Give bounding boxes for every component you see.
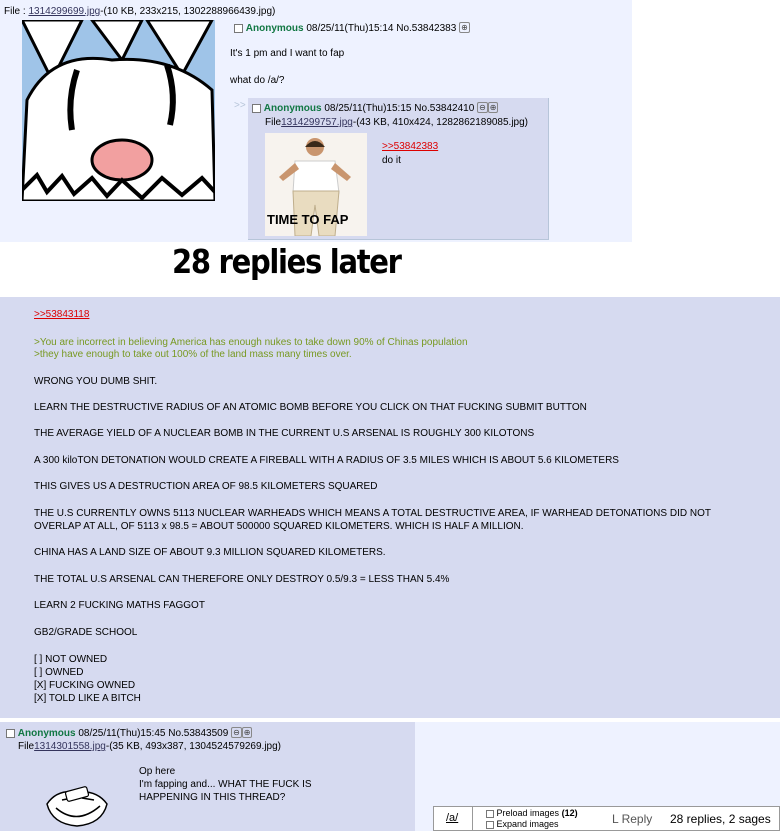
reply-corner-icon: L [612, 812, 619, 826]
last-post-number[interactable]: No.53843509 [168, 728, 228, 739]
op-post-header: Anonymous 08/25/11(Thu)15:14 No.53842383… [234, 22, 470, 34]
thread-stats: 28 replies, 2 sages [670, 812, 771, 826]
body-line: LEARN 2 FUCKING MATHS FAGGOT [34, 600, 205, 611]
checklist-line: [X] FUCKING OWNED [34, 680, 136, 691]
body-line: THIS GIVES US A DESTRUCTION AREA OF 98.5… [34, 481, 378, 492]
preload-images-option[interactable]: Preload images (12) [486, 808, 578, 818]
body-line: WRONG YOU DUMB SHIT. [34, 376, 158, 387]
big-reply-quote-link[interactable]: >>53843118 [34, 309, 89, 320]
last-post-author-name: Anonymous [17, 728, 76, 739]
greentext-line-1: >You are incorrect in believing America … [34, 337, 468, 348]
board-link-cell: /a/ [434, 807, 473, 830]
checklist-line: [ ] OWNED [34, 667, 84, 678]
op-file-info: File : 1314299699.jpg-(10 KB, 233x215, 1… [4, 6, 275, 17]
op-file-meta: -(10 KB, 233x215, 1302288966439.jpg) [100, 6, 276, 17]
last-post-datetime: 08/25/11(Thu)15:45 [78, 728, 166, 739]
reply1-datetime: 08/25/11(Thu)15:15 [324, 103, 412, 114]
last-post-line-1: Op here [139, 766, 176, 777]
op-text-line-2: what do /a/? [230, 75, 285, 86]
expand-images-checkbox[interactable] [486, 820, 494, 829]
expand-images-label: Expand images [496, 819, 559, 829]
expand-images-option[interactable]: Expand images [486, 819, 559, 829]
last-post-line-3: HAPPENING IN THIS THREAD? [139, 792, 286, 803]
op-datetime: 08/25/11(Thu)15:14 [306, 23, 394, 34]
reply1-post-number[interactable]: No.53842410 [414, 103, 474, 114]
body-line: LEARN THE DESTRUCTIVE RADIUS OF AN ATOMI… [34, 402, 587, 413]
body-line: THE AVERAGE YIELD OF A NUCLEAR BOMB IN T… [34, 428, 535, 439]
last-post-minus-icon[interactable]: ⊖ [231, 727, 242, 738]
reply-link[interactable]: L Reply [612, 812, 652, 826]
op-file-link[interactable]: 1314299699.jpg [28, 6, 100, 17]
body-line: THE U.S CURRENTLY OWNS 5113 NUCLEAR WARH… [34, 508, 711, 519]
body-line: THE TOTAL U.S ARSENAL CAN THEREFORE ONLY… [34, 574, 450, 585]
checklist-line: [X] TOLD LIKE A BITCH [34, 693, 141, 704]
replies-later-banner: 28 replies later [172, 242, 402, 281]
op-text-line-1: It's 1 pm and I want to fap [230, 48, 345, 59]
last-post-header: Anonymous 08/25/11(Thu)15:45 No.53843509… [6, 727, 253, 739]
reply1-text: do it [382, 155, 401, 166]
greentext-line-2: >they have enough to take out 100% of th… [34, 349, 352, 360]
last-post-file-link[interactable]: 1314301558.jpg [34, 741, 106, 752]
trollface-thumbnail[interactable] [42, 784, 112, 829]
op-author-name: Anonymous [245, 23, 304, 34]
thread-navbar: /a/ Preload images (12) Expand images L … [433, 806, 780, 831]
reply-label: Reply [621, 812, 653, 826]
last-post-select-checkbox[interactable] [6, 728, 15, 738]
last-post-line-2: I'm fapping and... WHAT THE FUCK IS [139, 779, 312, 790]
preload-images-count: (12) [561, 808, 578, 818]
op-post-number[interactable]: No.53842383 [396, 23, 456, 34]
long-reply-post: >>53843118 >You are incorrect in believi… [0, 297, 780, 718]
body-line: A 300 kiloTON DETONATION WOULD CREATE A … [34, 455, 619, 466]
op-expand-icon[interactable]: ⊕ [459, 22, 470, 33]
last-post-file-meta: -(35 KB, 493x387, 1304524579269.jpg) [105, 741, 282, 752]
reply1-quote-link[interactable]: >>53842383 [382, 141, 438, 152]
file-label: File : [4, 6, 26, 17]
body-line: CHINA HAS A LAND SIZE OF ABOUT 9.3 MILLI… [34, 547, 386, 558]
last-post-file-label: File [18, 741, 35, 752]
board-link[interactable]: /a/ [446, 812, 458, 824]
last-post-file-info: File1314301558.jpg-(35 KB, 493x387, 1304… [18, 741, 281, 752]
reply1-file-label: File [265, 117, 282, 128]
last-post-expand-icon[interactable]: ⊕ [241, 727, 253, 738]
reply1-minus-icon[interactable]: ⊖ [477, 102, 488, 113]
reply-arrows: >> [234, 100, 246, 111]
body-line: OVERLAP AT ALL, OF 5113 x 98.5 = ABOUT 5… [34, 521, 524, 532]
reply1-header: Anonymous 08/25/11(Thu)15:15 No.53842410… [252, 102, 499, 114]
preload-images-checkbox[interactable] [486, 809, 494, 818]
op-select-checkbox[interactable] [234, 23, 243, 33]
checklist-line: [ ] NOT OWNED [34, 654, 108, 665]
op-thumbnail-image[interactable] [19, 18, 217, 203]
reply1-author-name: Anonymous [263, 103, 322, 114]
time-to-fap-caption: TIME TO FAP [267, 212, 349, 227]
reply1-file-link[interactable]: 1314299757.jpg [281, 117, 353, 128]
reply1-expand-icon[interactable]: ⊕ [487, 102, 499, 113]
body-line: GB2/GRADE SCHOOL [34, 627, 138, 638]
reply1-select-checkbox[interactable] [252, 103, 261, 113]
reply1-file-info: File1314299757.jpg-(43 KB, 410x424, 1282… [265, 117, 528, 128]
preload-images-label: Preload images [496, 808, 560, 818]
reply1-file-meta: -(43 KB, 410x424, 1282862189085.jpg) [352, 117, 529, 128]
